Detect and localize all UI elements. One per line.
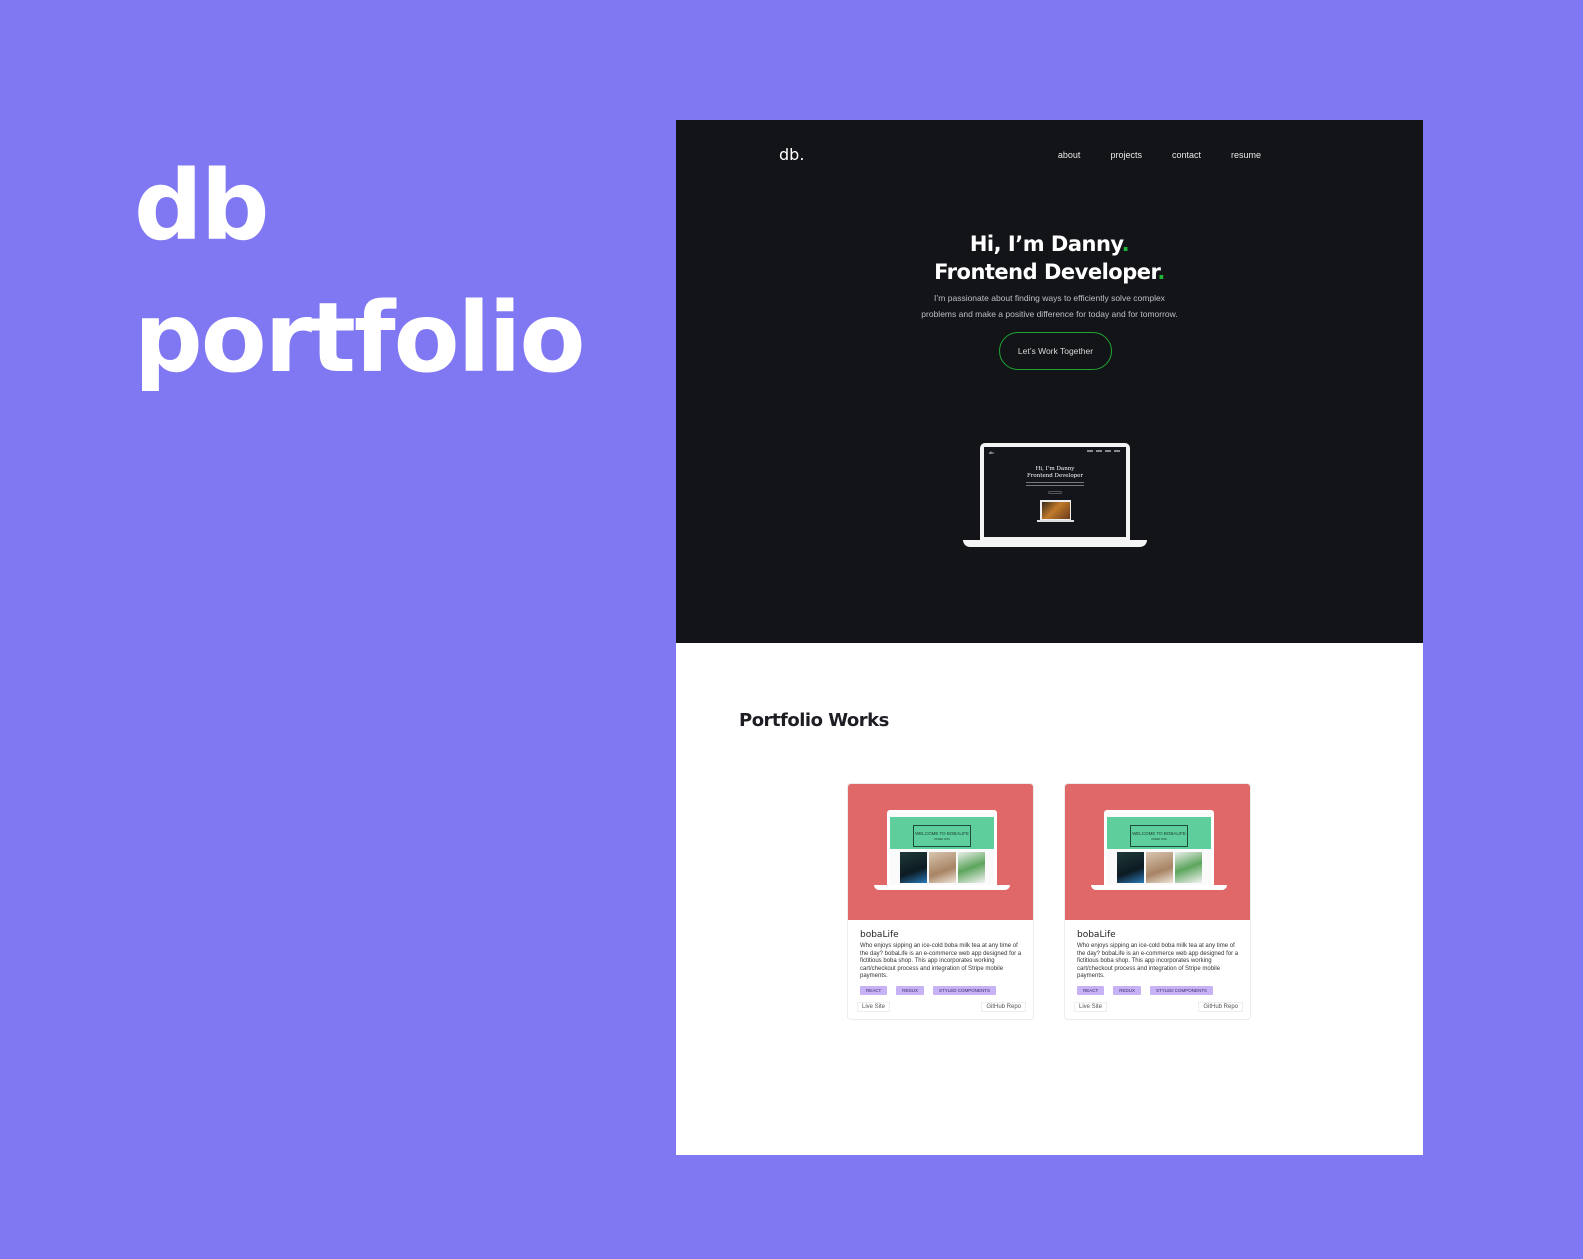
laptop-base: [963, 540, 1147, 547]
project-card-image: WELCOME TO BOBALIFE ORDER NOW: [848, 784, 1033, 920]
hero-role-text: Frontend Developer: [934, 260, 1158, 284]
bobalife-banner: WELCOME TO BOBALIFE ORDER NOW: [1107, 817, 1211, 849]
project-title: bobaLife: [1077, 930, 1116, 940]
card-laptop-lid: WELCOME TO BOBALIFE ORDER NOW: [887, 810, 997, 885]
thumbnail-image: [1146, 852, 1173, 883]
github-repo-link[interactable]: GitHub Repo: [981, 1002, 1026, 1012]
nav-resume[interactable]: resume: [1231, 150, 1261, 160]
card-laptop-base: [874, 885, 1010, 890]
github-repo-link[interactable]: GitHub Repo: [1198, 1002, 1243, 1012]
hero-laptop-image: db. Hi, I’m Danny Frontend Developer: [963, 443, 1147, 550]
project-card[interactable]: WELCOME TO BOBALIFE ORDER NOW bobaLife W…: [847, 783, 1034, 1020]
bobalife-banner-box: WELCOME TO BOBALIFE ORDER NOW: [913, 825, 971, 847]
project-description: Who enjoys sipping an ice-cold boba milk…: [1077, 943, 1239, 979]
brand-title-line2: portfolio: [134, 282, 585, 394]
tag-react: REACT: [860, 985, 888, 995]
thumbnail-image: [1117, 852, 1144, 883]
mini-laptop-base: [1037, 520, 1074, 522]
hero-description-line1: I’m passionate about finding ways to eff…: [934, 293, 1165, 303]
portfolio-section-title: Portfolio Works: [739, 710, 889, 731]
project-card[interactable]: WELCOME TO BOBALIFE ORDER NOW bobaLife W…: [1064, 783, 1251, 1020]
work-together-button[interactable]: Let’s Work Together: [999, 332, 1112, 370]
project-tags: REACT REDUX STYLED COMPONENTS: [860, 985, 1025, 995]
tag-redux: REDUX: [1113, 985, 1142, 995]
bobalife-banner: WELCOME TO BOBALIFE ORDER NOW: [890, 817, 994, 849]
hero-role-dot: .: [1157, 260, 1165, 284]
brand-title: db portfolio: [134, 140, 585, 404]
card-laptop-lid: WELCOME TO BOBALIFE ORDER NOW: [1104, 810, 1214, 885]
mini-greeting: Hi, I’m Danny: [1035, 466, 1075, 472]
hero-greeting-text: Hi, I’m Danny: [969, 232, 1122, 256]
tag-redux: REDUX: [896, 985, 925, 995]
hero-role: Frontend Developer.: [676, 260, 1423, 284]
tag-styled-components: STYLED COMPONENTS: [1150, 985, 1214, 995]
live-site-link[interactable]: Live Site: [1074, 1002, 1108, 1012]
thumbnail-image: [958, 852, 985, 883]
hero-greeting: Hi, I’m Danny.: [676, 232, 1423, 256]
project-tags: REACT REDUX STYLED COMPONENTS: [1077, 985, 1242, 995]
live-site-link[interactable]: Live Site: [857, 1002, 891, 1012]
laptop-lid: db. Hi, I’m Danny Frontend Developer: [980, 443, 1130, 540]
mini-role: Frontend Developer: [1026, 473, 1084, 479]
nav-contact[interactable]: contact: [1172, 150, 1201, 160]
hero-description-line2: problems and make a positive difference …: [921, 309, 1178, 319]
main-nav: about projects contact resume: [1058, 150, 1261, 160]
mini-button: [1048, 491, 1062, 494]
project-links: Live Site GitHub Repo: [857, 1002, 1026, 1012]
bobalife-thumbnails: [1117, 852, 1202, 883]
nav-about[interactable]: about: [1058, 150, 1081, 160]
hero-section: db. about projects contact resume Hi, I’…: [676, 120, 1423, 643]
card-laptop-screen: WELCOME TO BOBALIFE ORDER NOW: [1107, 813, 1211, 885]
thumbnail-image: [929, 852, 956, 883]
card-laptop-screen: WELCOME TO BOBALIFE ORDER NOW: [890, 813, 994, 885]
project-card-body: bobaLife Who enjoys sipping an ice-cold …: [860, 930, 1025, 995]
mini-logo: db.: [989, 450, 995, 455]
bobalife-banner-title: WELCOME TO BOBALIFE: [1132, 831, 1186, 836]
project-description: Who enjoys sipping an ice-cold boba milk…: [860, 943, 1022, 979]
bobalife-thumbnails: [900, 852, 985, 883]
bobalife-banner-box: WELCOME TO BOBALIFE ORDER NOW: [1130, 825, 1188, 847]
hero-greeting-dot: .: [1121, 232, 1130, 256]
card-laptop-base: [1091, 885, 1227, 890]
tag-styled-components: STYLED COMPONENTS: [933, 985, 997, 995]
brand-title-line1: db: [134, 150, 269, 262]
project-card-body: bobaLife Who enjoys sipping an ice-cold …: [1077, 930, 1242, 995]
mini-laptop: [1040, 500, 1071, 520]
mini-text-line: [1026, 482, 1084, 483]
project-card-image: WELCOME TO BOBALIFE ORDER NOW: [1065, 784, 1250, 920]
nav-projects[interactable]: projects: [1110, 150, 1142, 160]
project-links: Live Site GitHub Repo: [1074, 1002, 1243, 1012]
mini-nav: [1087, 450, 1120, 452]
project-title: bobaLife: [860, 930, 899, 940]
mini-text-line: [1026, 485, 1084, 486]
site-logo[interactable]: db.: [779, 145, 804, 164]
thumbnail-image: [1175, 852, 1202, 883]
thumbnail-image: [900, 852, 927, 883]
laptop-screen: db. Hi, I’m Danny Frontend Developer: [984, 447, 1126, 537]
bobalife-banner-title: WELCOME TO BOBALIFE: [915, 831, 969, 836]
tag-react: REACT: [1077, 985, 1105, 995]
website-mockup: db. about projects contact resume Hi, I’…: [676, 120, 1423, 1155]
bobalife-banner-sub: ORDER NOW: [934, 838, 950, 841]
bobalife-banner-sub: ORDER NOW: [1151, 838, 1167, 841]
